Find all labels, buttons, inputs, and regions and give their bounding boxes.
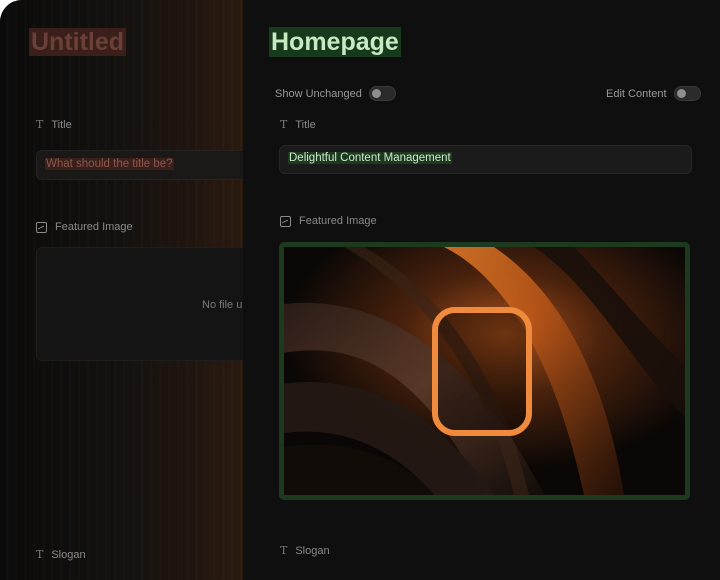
previous-title-input[interactable]: What should the title be?	[36, 150, 243, 180]
show-unchanged-toggle-row[interactable]: Show Unchanged	[275, 86, 396, 101]
current-page-title: Homepage	[269, 27, 401, 57]
text-icon: T	[280, 118, 288, 131]
previous-featured-image-label: Featured Image	[36, 221, 133, 233]
featured-image-artwork	[284, 247, 685, 495]
edit-content-label: Edit Content	[606, 87, 667, 100]
text-icon: T	[36, 118, 44, 131]
image-icon	[36, 221, 47, 233]
previous-version-pane: Untitled T Title What should the title b…	[0, 0, 243, 580]
previous-image-upload-area[interactable]: No file u	[36, 247, 243, 361]
current-featured-image-label: Featured Image	[280, 215, 377, 227]
previous-title-label: T Title	[36, 118, 72, 131]
show-unchanged-toggle[interactable]	[368, 86, 396, 101]
previous-slogan-label: T Slogan	[36, 548, 86, 561]
app-window: Untitled T Title What should the title b…	[0, 0, 720, 580]
current-slogan-label: T Slogan	[280, 544, 330, 557]
current-title-input[interactable]: Delightful Content Management	[279, 145, 692, 174]
previous-title-placeholder: What should the title be?	[45, 158, 174, 170]
text-icon: T	[36, 548, 44, 561]
current-title-label: T Title	[280, 118, 316, 131]
current-title-value: Delightful Content Management	[288, 152, 452, 164]
previous-page-title: Untitled	[29, 28, 127, 56]
edit-content-toggle-row[interactable]: Edit Content	[606, 86, 701, 101]
show-unchanged-label: Show Unchanged	[275, 87, 362, 100]
featured-image[interactable]	[279, 242, 690, 500]
image-icon	[280, 215, 291, 227]
text-icon: T	[280, 544, 288, 557]
edit-content-toggle[interactable]	[673, 86, 701, 101]
current-version-pane: Homepage Show Unchanged Edit Content T T…	[243, 0, 720, 580]
upload-status-text: No file u	[202, 299, 243, 311]
